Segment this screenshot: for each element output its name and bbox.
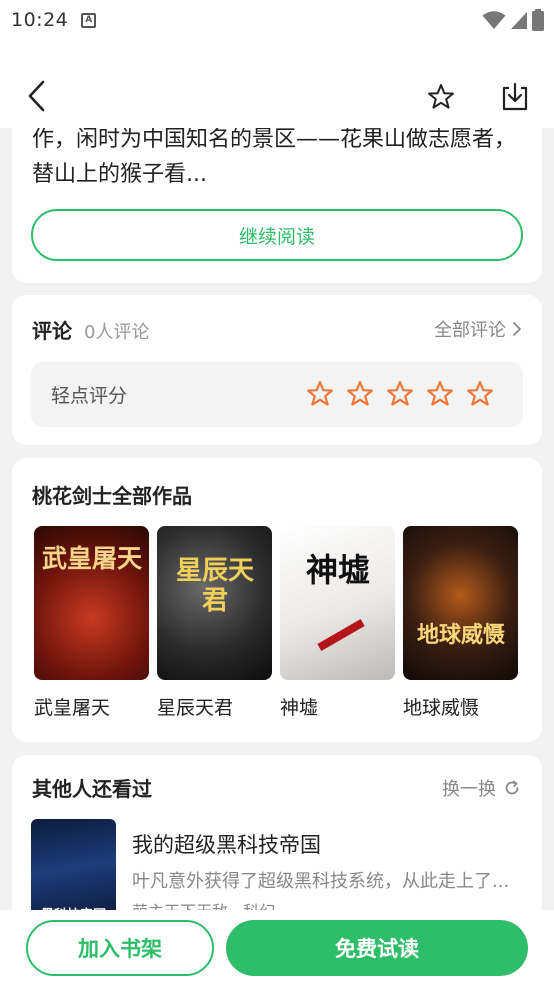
- also-read-title: 其他人还看过: [32, 777, 152, 801]
- book-cover[interactable]: 地球威慑: [403, 526, 518, 680]
- top-navbar: [0, 40, 554, 128]
- comments-count: 0人评论: [84, 322, 150, 343]
- free-trial-button[interactable]: 免费试读: [226, 920, 528, 976]
- add-to-shelf-button[interactable]: 加入书架: [26, 920, 214, 976]
- favorite-star-icon[interactable]: [427, 83, 455, 111]
- wifi-icon: [482, 11, 506, 29]
- book-item[interactable]: 星辰天君 星辰天君: [157, 526, 272, 720]
- book-cover-title: 地球威慑: [416, 622, 505, 648]
- intro-card: 作，闲时为中国知名的景区——花果山做志愿者，替山上的猴子看... 继续阅读: [12, 110, 542, 283]
- status-bar: 10:24 A: [0, 0, 554, 40]
- book-cover-title: 武皇屠天: [41, 544, 142, 573]
- status-time: 10:24: [11, 9, 69, 31]
- book-cover[interactable]: 武皇屠天: [34, 526, 149, 680]
- book-item[interactable]: 神墟 神墟: [280, 526, 395, 720]
- book-title: 星辰天君: [157, 697, 234, 719]
- rating-star-icon[interactable]: [306, 380, 334, 408]
- book-title: 地球威慑: [403, 697, 480, 719]
- refresh-button[interactable]: 换一换: [442, 775, 520, 801]
- author-works-card: 桃花剑士全部作品 武皇屠天 武皇屠天 星辰天君 星辰天君 神墟 神墟 地球威慑 …: [12, 458, 542, 742]
- rating-stars: [306, 380, 494, 408]
- download-icon[interactable]: [501, 82, 529, 112]
- comments-card: 评论 0人评论 全部评论 轻点评分: [12, 295, 542, 445]
- rating-box: 轻点评分: [31, 362, 523, 427]
- notification-icon: A: [81, 12, 97, 28]
- battery-icon: [532, 9, 544, 31]
- cover-brush-stroke: [317, 619, 365, 651]
- rating-star-icon[interactable]: [426, 380, 454, 408]
- status-indicators: [482, 9, 544, 31]
- book-item[interactable]: 地球威慑 地球威慑: [403, 526, 518, 720]
- rating-label: 轻点评分: [51, 385, 128, 407]
- recommended-book-description: 叶凡意外获得了超级黑科技系统，从此走上了...: [132, 871, 510, 892]
- book-cover-title: 星辰天君: [175, 556, 254, 616]
- continue-reading-button[interactable]: 继续阅读: [31, 209, 523, 261]
- back-arrow-icon[interactable]: [24, 80, 52, 112]
- refresh-label: 换一换: [442, 779, 496, 800]
- book-cover[interactable]: 神墟: [280, 526, 395, 680]
- book-title: 神墟: [280, 697, 319, 719]
- recommended-book-title[interactable]: 我的超级黑科技帝国: [132, 829, 321, 859]
- book-list: 武皇屠天 武皇屠天 星辰天君 星辰天君 神墟 神墟 地球威慑 地球威慑: [34, 526, 518, 720]
- book-title: 武皇屠天: [34, 697, 111, 719]
- book-cover[interactable]: 星辰天君: [157, 526, 272, 680]
- bottom-action-bar: 加入书架 免费试读: [0, 910, 554, 985]
- intro-text: 作，闲时为中国知名的景区——花果山做志愿者，替山上的猴子看...: [32, 127, 517, 187]
- refresh-icon: [505, 780, 519, 795]
- all-comments-link[interactable]: 全部评论: [434, 316, 522, 342]
- author-works-title: 桃花剑士全部作品: [32, 484, 192, 508]
- all-comments-label: 全部评论: [434, 320, 506, 341]
- rating-star-icon[interactable]: [346, 380, 374, 408]
- comments-title: 评论: [32, 319, 72, 343]
- book-cover-title: 神墟: [305, 551, 370, 589]
- signal-icon: [511, 12, 527, 29]
- rating-star-icon[interactable]: [466, 380, 494, 408]
- rating-star-icon[interactable]: [386, 380, 414, 408]
- chevron-right-icon: [513, 322, 521, 336]
- book-item[interactable]: 武皇屠天 武皇屠天: [34, 526, 149, 720]
